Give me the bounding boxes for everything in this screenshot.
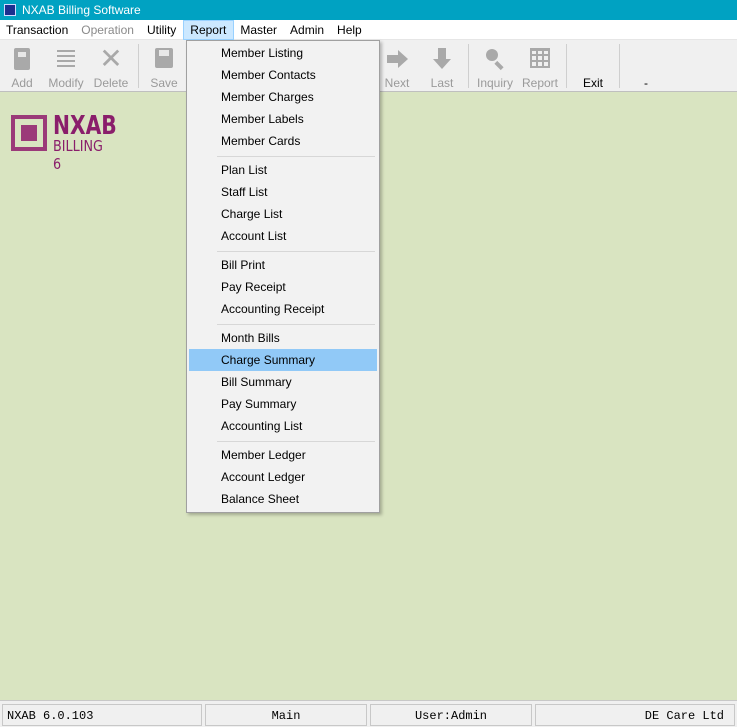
menu-item-pay-receipt[interactable]: Pay Receipt xyxy=(189,276,377,298)
menu-separator xyxy=(217,251,375,252)
last-arrow-icon xyxy=(429,46,455,72)
menu-item-bill-print[interactable]: Bill Print xyxy=(189,254,377,276)
menu-item-charge-summary[interactable]: Charge Summary xyxy=(189,349,377,371)
menu-item-member-labels[interactable]: Member Labels xyxy=(189,108,377,130)
next-button[interactable]: Next xyxy=(375,44,419,90)
inquiry-button[interactable]: Inquiry xyxy=(473,44,517,90)
save-icon xyxy=(151,46,177,72)
toolbar-separator xyxy=(138,44,139,88)
menu-item-balance-sheet[interactable]: Balance Sheet xyxy=(189,488,377,510)
menu-separator xyxy=(217,324,375,325)
window-title: NXAB Billing Software xyxy=(22,3,141,17)
menu-item-member-listing[interactable]: Member Listing xyxy=(189,42,377,64)
dash-label: - xyxy=(644,76,648,90)
modify-button[interactable]: Modify xyxy=(44,44,88,90)
menu-utility[interactable]: Utility xyxy=(141,20,183,40)
menu-operation[interactable]: Operation xyxy=(75,20,141,40)
menu-item-account-list[interactable]: Account List xyxy=(189,225,377,247)
report-button[interactable]: Report xyxy=(518,44,562,90)
add-icon xyxy=(9,46,35,72)
add-button[interactable]: Add xyxy=(0,44,44,90)
modify-icon xyxy=(53,46,79,72)
app-icon[interactable] xyxy=(4,4,16,16)
menu-help[interactable]: Help xyxy=(331,20,369,40)
save-label: Save xyxy=(150,76,178,90)
menu-item-pay-summary[interactable]: Pay Summary xyxy=(189,393,377,415)
last-label: Last xyxy=(430,76,454,90)
exit-button[interactable]: Exit xyxy=(571,44,615,90)
menu-item-month-bills[interactable]: Month Bills xyxy=(189,327,377,349)
menu-item-staff-list[interactable]: Staff List xyxy=(189,181,377,203)
status-version: NXAB 6.0.103 xyxy=(2,704,202,726)
inquiry-label: Inquiry xyxy=(476,76,514,90)
logo-mark-icon xyxy=(11,115,47,151)
status-company: DE Care Ltd xyxy=(535,704,735,726)
exit-label: Exit xyxy=(582,76,603,90)
save-button[interactable]: Save xyxy=(142,44,186,90)
title-bar: NXAB Billing Software xyxy=(0,0,737,20)
menu-item-accounting-receipt[interactable]: Accounting Receipt xyxy=(189,298,377,320)
exit-icon xyxy=(580,46,606,72)
report-label: Report xyxy=(521,76,559,90)
menu-item-member-contacts[interactable]: Member Contacts xyxy=(189,64,377,86)
next-label: Next xyxy=(384,76,410,90)
menu-item-member-cards[interactable]: Member Cards xyxy=(189,130,377,152)
report-grid-icon xyxy=(527,46,553,72)
status-user: User:Admin xyxy=(370,704,532,726)
toolbar-separator xyxy=(468,44,469,88)
menu-bar: Transaction Operation Utility Report Mas… xyxy=(0,19,737,40)
search-icon xyxy=(482,46,508,72)
dash-button[interactable]: - xyxy=(624,44,668,90)
menu-item-bill-summary[interactable]: Bill Summary xyxy=(189,371,377,393)
menu-item-member-charges[interactable]: Member Charges xyxy=(189,86,377,108)
menu-item-accounting-list[interactable]: Accounting List xyxy=(189,415,377,437)
menu-admin[interactable]: Admin xyxy=(284,20,331,40)
modify-label: Modify xyxy=(48,76,84,90)
menu-item-member-ledger[interactable]: Member Ledger xyxy=(189,444,377,466)
toolbar-separator xyxy=(619,44,620,88)
last-button[interactable]: Last xyxy=(420,44,464,90)
menu-report[interactable]: Report xyxy=(183,19,235,40)
logo-subtitle: BILLING 6 xyxy=(53,137,103,173)
menu-item-account-ledger[interactable]: Account Ledger xyxy=(189,466,377,488)
dash-icon xyxy=(633,46,659,72)
next-arrow-icon xyxy=(384,46,410,72)
status-module: Main xyxy=(205,704,367,726)
toolbar-separator xyxy=(566,44,567,88)
delete-icon: ✕ xyxy=(99,42,123,75)
menu-item-plan-list[interactable]: Plan List xyxy=(189,159,377,181)
delete-label: Delete xyxy=(93,76,129,90)
report-menu-dropdown: Member Listing Member Contacts Member Ch… xyxy=(186,40,380,513)
menu-item-charge-list[interactable]: Charge List xyxy=(189,203,377,225)
nxab-logo: NXAB BILLING 6 xyxy=(11,111,121,173)
delete-button[interactable]: ✕ Delete xyxy=(89,42,133,91)
menu-separator xyxy=(217,156,375,157)
menu-master[interactable]: Master xyxy=(234,20,284,40)
menu-separator xyxy=(217,441,375,442)
status-bar: NXAB 6.0.103 Main User:Admin DE Care Ltd xyxy=(0,700,737,727)
add-label: Add xyxy=(11,76,33,90)
menu-transaction[interactable]: Transaction xyxy=(0,20,75,40)
